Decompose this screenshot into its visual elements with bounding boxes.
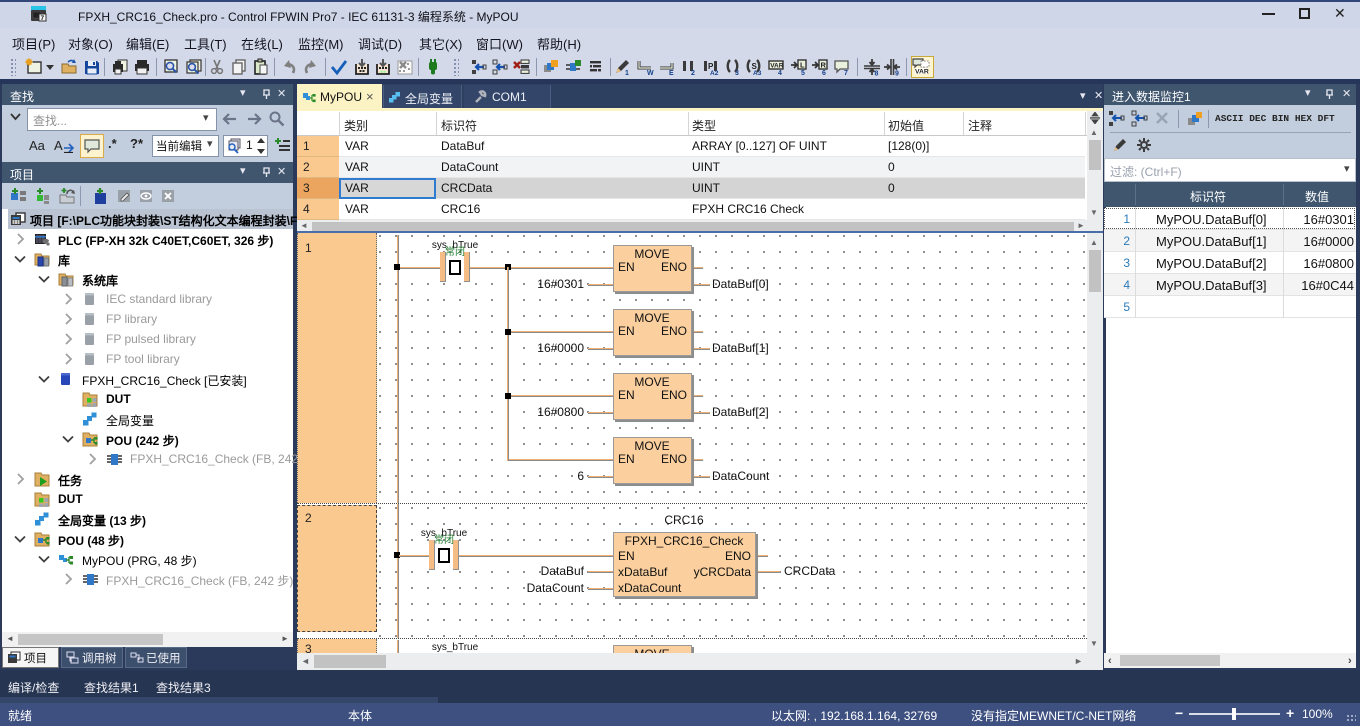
svg-text:L: L xyxy=(800,61,805,70)
svg-text:A2: A2 xyxy=(710,70,719,76)
svg-text:4: 4 xyxy=(778,70,782,76)
svg-text:VAR: VAR xyxy=(915,69,929,75)
svg-text:VAR: VAR xyxy=(770,63,784,70)
svg-text:5: 5 xyxy=(801,70,805,76)
svg-text:1: 1 xyxy=(625,70,629,76)
svg-text:E: E xyxy=(669,70,674,76)
svg-text:R: R xyxy=(821,61,827,70)
svg-text:8: 8 xyxy=(875,71,879,77)
svg-text:6: 6 xyxy=(822,70,826,76)
svg-text:7: 7 xyxy=(41,15,45,22)
svg-text:A3: A3 xyxy=(753,70,762,76)
svg-text:3: 3 xyxy=(735,70,739,76)
svg-text:7: 7 xyxy=(844,70,848,76)
svg-text:2: 2 xyxy=(691,70,695,76)
svg-text:9: 9 xyxy=(895,71,899,77)
svg-text:W: W xyxy=(647,70,654,76)
